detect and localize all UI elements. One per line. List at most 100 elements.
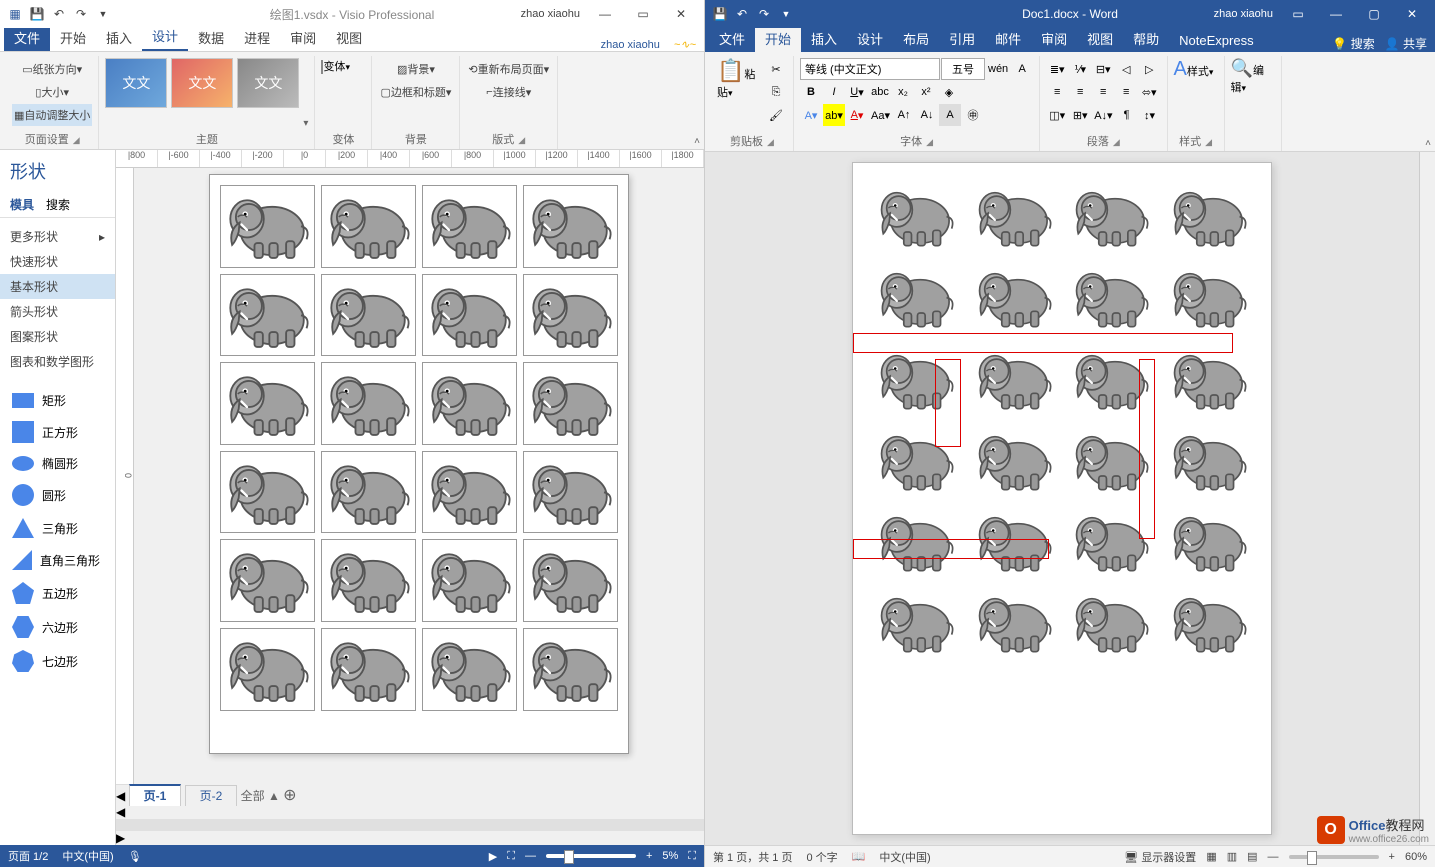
status-lang[interactable]: 中文(中国): [62, 848, 113, 864]
image-cell[interactable]: [873, 506, 959, 577]
grid-cell[interactable]: [523, 185, 618, 268]
italic-icon[interactable]: I: [823, 81, 845, 103]
visio-user[interactable]: zhao xiaohu: [517, 8, 584, 20]
hscrollbar[interactable]: [116, 819, 704, 831]
underline-icon[interactable]: U ▾: [846, 81, 868, 103]
background-button[interactable]: ▨ 背景 ▾: [378, 58, 453, 80]
grid-cell[interactable]: [422, 185, 517, 268]
shrink-font-icon[interactable]: A↓: [916, 104, 938, 126]
show-marks-icon[interactable]: ¶: [1116, 104, 1138, 126]
image-cell[interactable]: [971, 587, 1057, 658]
paste-button[interactable]: 📋粘贴▾: [717, 58, 761, 118]
bullets-icon[interactable]: ≣▾: [1046, 58, 1068, 80]
status-page[interactable]: 第 1 页，共 1 页: [713, 849, 792, 865]
image-cell[interactable]: [1166, 506, 1252, 577]
web-layout-icon[interactable]: ▤: [1247, 850, 1257, 863]
grid-cell[interactable]: [422, 539, 517, 622]
zoom-in-icon[interactable]: +: [646, 850, 652, 862]
change-case-icon[interactable]: Aa▾: [869, 104, 892, 126]
size-button[interactable]: ▯ 大小 ▾: [12, 81, 92, 103]
tab-view[interactable]: 视图: [1077, 25, 1123, 52]
image-cell[interactable]: [1068, 181, 1154, 252]
orientation-button[interactable]: ▭ 纸张方向 ▾: [12, 58, 92, 80]
stencils-tab[interactable]: 模具: [10, 196, 34, 213]
tab-references[interactable]: 引用: [939, 25, 985, 52]
distribute-icon[interactable]: ⬄▾: [1138, 81, 1160, 103]
tab-review[interactable]: 审阅: [280, 24, 326, 51]
grid-cell[interactable]: [220, 185, 315, 268]
subscript-icon[interactable]: x₂: [892, 81, 914, 103]
vertical-scrollbar[interactable]: [1419, 152, 1435, 845]
image-cell[interactable]: [1068, 425, 1154, 496]
word-document-area[interactable]: [705, 152, 1435, 845]
undo-icon[interactable]: ↶: [50, 5, 68, 23]
strike-icon[interactable]: abc: [869, 81, 891, 103]
visio-user-2[interactable]: zhao xiaohu: [597, 39, 664, 51]
increase-indent-icon[interactable]: ▷: [1138, 58, 1160, 80]
grid-cell[interactable]: [220, 451, 315, 534]
tab-file[interactable]: 文件: [709, 25, 755, 52]
grid-cell[interactable]: [220, 274, 315, 357]
visio-canvas[interactable]: |800|-600|-400|-200|0|200|400|600|800|10…: [116, 150, 704, 845]
fit-page-icon[interactable]: ⛶: [688, 850, 696, 863]
tab-help[interactable]: 帮助: [1123, 25, 1169, 52]
grid-cell[interactable]: [422, 362, 517, 445]
font-color-icon[interactable]: A▾: [846, 104, 868, 126]
shape-ellipse[interactable]: 椭圆形: [4, 449, 111, 478]
pattern-shapes-item[interactable]: 图案形状: [0, 324, 115, 349]
numbering-icon[interactable]: ⅟▾: [1069, 58, 1091, 80]
image-cell[interactable]: [873, 344, 959, 415]
grid-cell[interactable]: [321, 628, 416, 711]
align-left-icon[interactable]: ≡: [1046, 81, 1068, 103]
close-icon[interactable]: ✕: [1395, 0, 1429, 28]
char-shading-icon[interactable]: A: [939, 104, 961, 126]
clear-format-icon[interactable]: ◈: [938, 81, 960, 103]
align-center-icon[interactable]: ≡: [1069, 81, 1091, 103]
save-icon[interactable]: 💾: [711, 5, 729, 23]
image-cell[interactable]: [971, 425, 1057, 496]
tab-view[interactable]: 视图: [326, 24, 372, 51]
image-cell[interactable]: [1166, 181, 1252, 252]
char-border-icon[interactable]: A: [1011, 58, 1033, 80]
tab-noteexpress[interactable]: NoteExpress: [1169, 29, 1263, 52]
text-effects-icon[interactable]: A▾: [800, 104, 822, 126]
shading-icon[interactable]: ◫▾: [1046, 104, 1068, 126]
line-spacing-icon[interactable]: ↕▾: [1139, 104, 1161, 126]
qat-dropdown-icon[interactable]: ▼: [777, 5, 795, 23]
tab-home[interactable]: 开始: [50, 24, 96, 51]
quick-shapes-item[interactable]: 快速形状: [0, 249, 115, 274]
tab-process[interactable]: 进程: [234, 24, 280, 51]
styles-button[interactable]: A样式▾: [1174, 58, 1218, 118]
page-tab-2[interactable]: 页-2: [185, 785, 238, 806]
share-button[interactable]: 👤 共享: [1385, 35, 1427, 52]
grid-cell[interactable]: [523, 451, 618, 534]
shape-rectangle[interactable]: 矩形: [4, 386, 111, 415]
enclose-char-icon[interactable]: ㊥: [962, 104, 984, 126]
zoom-out-icon[interactable]: —: [525, 850, 536, 862]
redo-icon[interactable]: ↷: [755, 5, 773, 23]
grid-cell[interactable]: [321, 539, 416, 622]
theme-swatch-1[interactable]: 文文: [105, 58, 167, 108]
ribbon-collapse-icon[interactable]: ˄: [1425, 138, 1431, 149]
tab-insert[interactable]: 插入: [96, 24, 142, 51]
tab-design[interactable]: 设计: [847, 25, 893, 52]
editing-button[interactable]: 🔍编辑▾: [1231, 58, 1275, 118]
status-lang[interactable]: 中文(中国): [879, 849, 930, 865]
shape-heptagon[interactable]: 七边形: [4, 644, 111, 678]
image-cell[interactable]: [1068, 506, 1154, 577]
print-layout-icon[interactable]: ▥: [1227, 850, 1237, 863]
grid-cell[interactable]: [422, 274, 517, 357]
variants-button[interactable]: 变体▾: [321, 58, 365, 118]
word-page[interactable]: [852, 162, 1272, 835]
bold-icon[interactable]: B: [800, 81, 822, 103]
multilevel-icon[interactable]: ⊟▾: [1092, 58, 1114, 80]
image-cell[interactable]: [971, 262, 1057, 333]
font-size-select[interactable]: 五号: [941, 58, 985, 80]
basic-shapes-item[interactable]: 基本形状: [0, 274, 115, 299]
tab-mailings[interactable]: 邮件: [985, 25, 1031, 52]
zoom-out-icon[interactable]: —: [1268, 851, 1279, 863]
tell-me-search[interactable]: 💡 搜索: [1332, 35, 1374, 52]
border-title-button[interactable]: ▢ 边框和标题 ▾: [378, 81, 453, 103]
grid-cell[interactable]: [523, 628, 618, 711]
tab-data[interactable]: 数据: [188, 24, 234, 51]
